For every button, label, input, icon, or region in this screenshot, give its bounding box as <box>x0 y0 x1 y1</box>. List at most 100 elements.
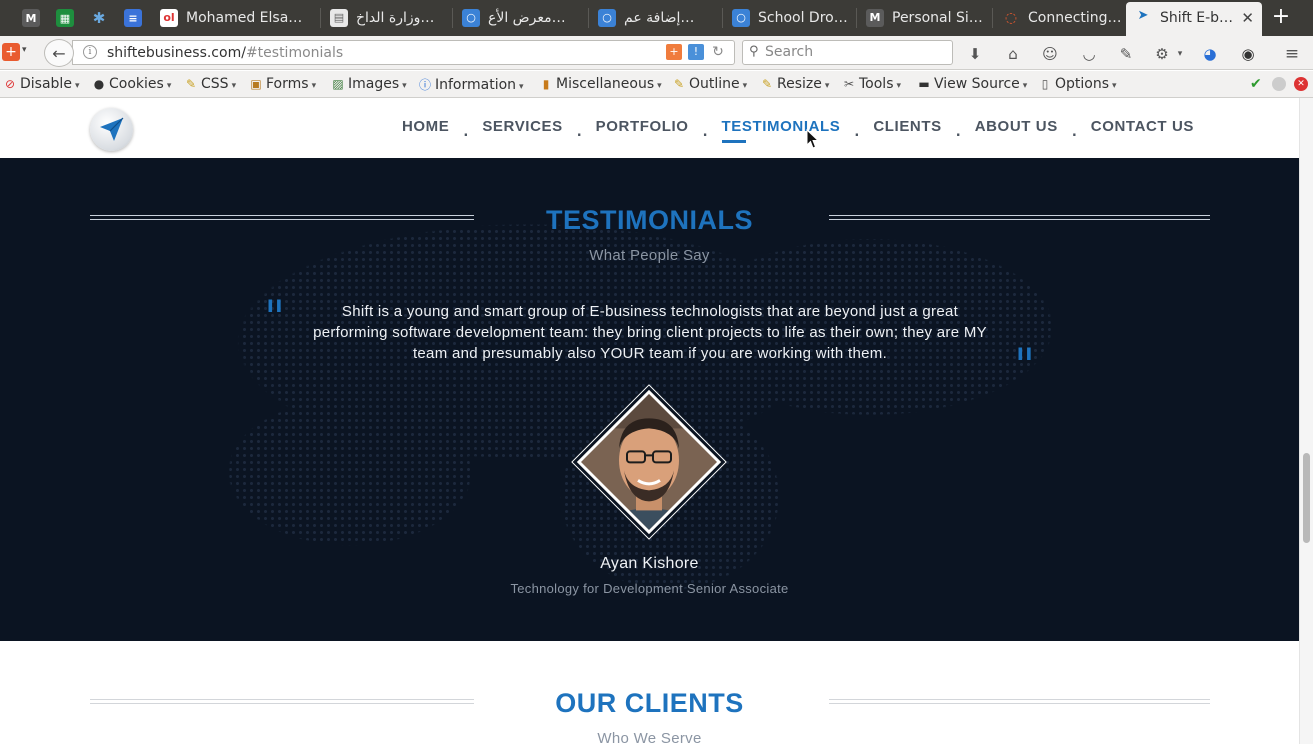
color-wheel-icon[interactable]: ◉ <box>1238 44 1258 64</box>
scrollbar-thumb[interactable] <box>1303 453 1310 543</box>
dev-menu-resize[interactable]: ✎ Resize ▾ <box>760 76 829 92</box>
emoji-icon[interactable]: ☺ <box>1040 44 1060 64</box>
clients-subtitle: Who We Serve <box>597 730 702 744</box>
back-button[interactable]: ← <box>44 39 74 67</box>
dev-menu-outline[interactable]: ✎ Outline ▾ <box>672 76 747 92</box>
page-scrollbar[interactable] <box>1299 98 1313 744</box>
dev-menu-cookies[interactable]: ● Cookies ▾ <box>92 76 172 92</box>
tab[interactable]: ◌ Connecting… <box>994 4 1124 34</box>
tab[interactable]: ol Mohamed Elsa… <box>152 4 318 34</box>
sheets-icon[interactable]: ▦ <box>56 9 74 27</box>
url-bar[interactable]: i shiftebusiness.com/#testimonials + ! ↻ <box>72 40 735 65</box>
dev-menu-tools[interactable]: ✂ Tools ▾ <box>842 76 901 92</box>
site-nav: HOME . SERVICES . PORTFOLIO . TESTIMONIA… <box>402 118 1194 143</box>
testimonial-author-name: Ayan Kishore <box>600 555 699 572</box>
search-bar[interactable]: ⚲ <box>742 40 953 65</box>
dev-menu-view-source[interactable]: ▬ View Source ▾ <box>917 76 1027 92</box>
dev-menu-miscellaneous[interactable]: ▮ Miscellaneous ▾ <box>539 76 662 92</box>
testimonial-author-role: Technology for Development Senior Associ… <box>510 581 789 596</box>
css-icon: ✎ <box>185 77 197 91</box>
close-tab-icon[interactable]: ✕ <box>1241 2 1254 34</box>
web-developer-toolbar: ⊘ Disable ▾ ● Cookies ▾ ✎ CSS ▾ ▣ Forms ▾ ▨ Image… <box>0 71 1313 98</box>
site-logo[interactable] <box>90 108 133 151</box>
tab[interactable]: M Personal Si… <box>858 4 988 34</box>
tab[interactable]: ○ إضافة عم… <box>590 4 720 34</box>
tab[interactable]: ○ School Dro… <box>724 4 854 34</box>
view-source-icon: ▬ <box>918 77 930 91</box>
chevron-down-icon[interactable]: ▾ <box>1170 44 1190 64</box>
tab[interactable]: ○ معرض الأع… <box>454 4 584 34</box>
clients-section: OUR CLIENTS Who We Serve <box>0 641 1299 744</box>
site-header: HOME . SERVICES . PORTFOLIO . TESTIMONIA… <box>0 98 1299 158</box>
dev-menu-images[interactable]: ▨ Images ▾ <box>331 76 406 92</box>
status-circle-icon[interactable] <box>1272 77 1286 91</box>
nav-testimonials[interactable]: TESTIMONIALS <box>721 118 841 143</box>
document-icon: ▤ <box>330 9 348 27</box>
nav-services[interactable]: SERVICES <box>482 118 562 143</box>
tab-active[interactable]: ➤ Shift E-b… ✕ <box>1126 2 1262 36</box>
addon-plus-icon[interactable]: + <box>666 44 682 60</box>
dev-menu-css[interactable]: ✎ CSS ▾ <box>184 76 236 92</box>
navigation-toolbar: + ▾ i shiftebusiness.com/#testimonials +… <box>0 36 1313 70</box>
gmail-icon[interactable]: M <box>22 9 40 27</box>
miscellaneous-icon: ▮ <box>542 77 550 91</box>
close-quote-icon: " <box>1014 338 1036 392</box>
nav-portfolio[interactable]: PORTFOLIO <box>596 118 689 143</box>
url-text[interactable]: shiftebusiness.com/#testimonials <box>107 45 343 61</box>
pocket-icon[interactable]: ◡ <box>1079 44 1099 64</box>
nav-about-us[interactable]: ABOUT US <box>975 118 1058 143</box>
disable-icon: ⊘ <box>4 77 16 91</box>
cookies-icon: ● <box>93 77 105 91</box>
testimonials-section: TESTIMONIALS What People Say " Shift is … <box>0 158 1299 641</box>
tab-title: Mohamed Elsa… <box>186 10 303 26</box>
open-quote-icon: " <box>264 290 286 344</box>
tab-title: معرض الأع… <box>488 10 566 26</box>
paper-plane-icon <box>100 117 124 141</box>
dev-menu-disable[interactable]: ⊘ Disable ▾ <box>3 76 80 92</box>
new-tab-button[interactable]: + <box>1268 4 1294 30</box>
addon-plus-icon[interactable]: + <box>2 43 20 61</box>
testimonial-quote: Shift is a young and smart group of E-bu… <box>313 303 987 362</box>
nav-contact-us[interactable]: CONTACT US <box>1091 118 1194 143</box>
tab[interactable]: ▤ وزارة الداخ… <box>322 4 448 34</box>
nav-clients[interactable]: CLIENTS <box>873 118 941 143</box>
nav-home[interactable]: HOME <box>402 118 449 143</box>
resize-icon: ✎ <box>761 77 773 91</box>
testimonials-subtitle: What People Say <box>589 247 710 264</box>
olx-icon: ol <box>160 9 178 27</box>
tab-title: Connecting… <box>1028 10 1122 26</box>
docs-icon[interactable]: ≡ <box>124 9 142 27</box>
browser-icon: ○ <box>732 9 750 27</box>
gmail-icon: M <box>866 9 884 27</box>
tab-title: School Dro… <box>758 10 848 26</box>
chevron-down-icon[interactable]: ▾ <box>22 45 27 55</box>
reload-icon[interactable]: ↻ <box>710 44 726 60</box>
mouse-cursor-icon <box>806 129 820 149</box>
menu-icon[interactable]: ≡ <box>1282 44 1302 64</box>
tab-title: وزارة الداخ… <box>356 10 435 26</box>
download-icon[interactable]: ⬇ <box>965 44 985 64</box>
dev-menu-forms[interactable]: ▣ Forms ▾ <box>249 76 316 92</box>
check-icon[interactable]: ✔ <box>1250 76 1262 92</box>
information-icon: ⓘ <box>418 78 431 92</box>
home-icon[interactable]: ⌂ <box>1003 44 1023 64</box>
search-input[interactable] <box>765 44 945 60</box>
dev-menu-information[interactable]: ⓘ Information ▾ <box>418 76 524 93</box>
tools-icon: ✂ <box>843 77 855 91</box>
site-info-icon[interactable]: i <box>83 45 97 59</box>
gear-icon[interactable]: ⚙ <box>1152 44 1172 64</box>
snowflake-icon[interactable]: ✱ <box>90 9 108 27</box>
pen-icon[interactable]: ✎ <box>1116 44 1136 64</box>
page-viewport: HOME . SERVICES . PORTFOLIO . TESTIMONIA… <box>0 98 1299 744</box>
close-icon[interactable]: ✕ <box>1294 77 1308 91</box>
browser-icon: ○ <box>598 9 616 27</box>
reader-icon[interactable]: ! <box>688 44 704 60</box>
dev-menu-options[interactable]: ▯ Options ▾ <box>1038 76 1117 92</box>
browser-tab-strip: M ▦ ✱ ≡ ol Mohamed Elsa… ▤ وزارة الداخ… … <box>0 0 1313 36</box>
forms-icon: ▣ <box>250 77 262 91</box>
shift-logo-icon: ➤ <box>1137 8 1149 23</box>
outline-icon: ✎ <box>673 77 685 91</box>
images-icon: ▨ <box>332 77 344 91</box>
globe-icon[interactable]: ◕ <box>1200 44 1220 64</box>
tab-title: إضافة عم… <box>624 10 695 26</box>
